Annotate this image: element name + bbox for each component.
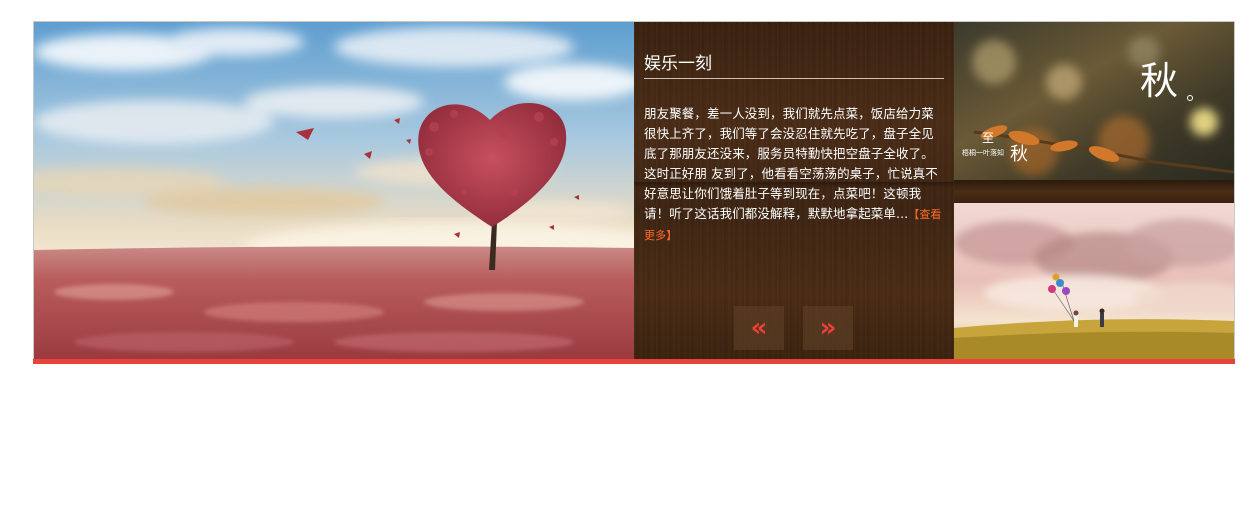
thumbnail-balloon-couple[interactable] bbox=[954, 203, 1234, 360]
autumn-bokeh-image: 秋 至 梧桐一叶落知 秋 bbox=[954, 22, 1234, 180]
double-chevron-right-icon: » bbox=[819, 313, 837, 343]
autumn-caption-glyph: 秋 bbox=[1010, 144, 1028, 165]
title-divider bbox=[644, 78, 944, 79]
image-slider: 娱乐一刻 朋友聚餐，差一人没到，我们就先点菜，饭店给力菜很快上齐了，我们等了会没… bbox=[33, 21, 1235, 361]
autumn-title-glyph: 秋 bbox=[1140, 59, 1178, 103]
balloon-field-image bbox=[954, 203, 1234, 360]
prev-slide-button[interactable]: « bbox=[734, 306, 784, 350]
article-panel: 娱乐一刻 朋友聚餐，差一人没到，我们就先点菜，饭店给力菜很快上齐了，我们等了会没… bbox=[634, 22, 954, 360]
article-body: 朋友聚餐，差一人没到，我们就先点菜，饭店给力菜很快上齐了，我们等了会没忍住就先吃… bbox=[644, 104, 946, 246]
thumbnail-divider bbox=[954, 180, 1234, 203]
article-text: 朋友聚餐，差一人没到，我们就先点菜，饭店给力菜很快上齐了，我们等了会没忍住就先吃… bbox=[644, 106, 938, 221]
heart-tree-illustration bbox=[34, 22, 634, 360]
double-chevron-left-icon: « bbox=[750, 313, 768, 343]
article-title: 娱乐一刻 bbox=[644, 54, 712, 74]
autumn-mark-glyph: 至 bbox=[982, 131, 994, 145]
thumbnail-autumn[interactable]: 秋 至 梧桐一叶落知 秋 bbox=[954, 22, 1234, 180]
autumn-caption: 梧桐一叶落知 bbox=[962, 148, 1004, 157]
main-slide-image[interactable] bbox=[34, 22, 634, 360]
next-slide-button[interactable]: » bbox=[803, 306, 853, 350]
slider-accent-bar bbox=[33, 359, 1235, 364]
